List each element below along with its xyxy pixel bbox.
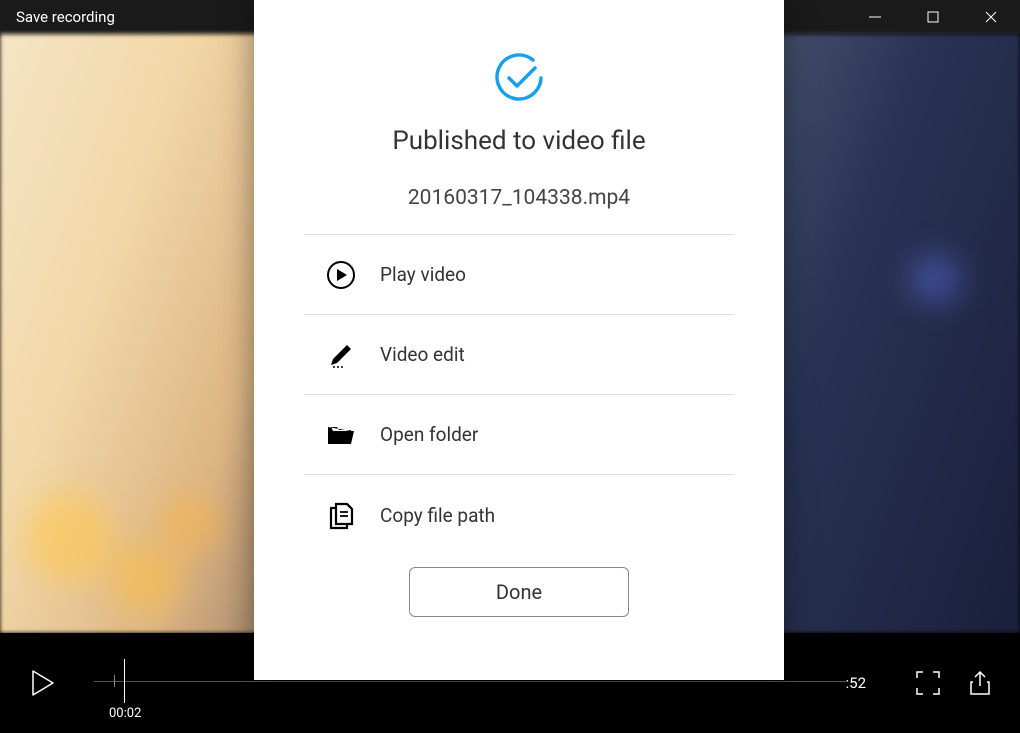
- play-circle-icon: [324, 258, 358, 292]
- open-folder-option[interactable]: Open folder: [304, 395, 734, 475]
- video-edit-option[interactable]: Video edit: [304, 315, 734, 395]
- fullscreen-icon: [914, 669, 942, 697]
- fullscreen-button[interactable]: [908, 663, 948, 703]
- share-button[interactable]: [960, 663, 1000, 703]
- dialog-title: Published to video file: [392, 126, 645, 156]
- play-button[interactable]: [20, 661, 64, 705]
- minimize-button[interactable]: [846, 0, 904, 34]
- play-video-label: Play video: [380, 263, 466, 286]
- minimize-icon: [868, 10, 882, 24]
- window-title: Save recording: [16, 8, 115, 26]
- maximize-button[interactable]: [904, 0, 962, 34]
- close-button[interactable]: [962, 0, 1020, 34]
- close-icon: [984, 10, 998, 24]
- video-edit-label: Video edit: [380, 343, 465, 366]
- done-button[interactable]: Done: [409, 567, 629, 617]
- copy-icon: [324, 498, 358, 532]
- share-icon: [966, 669, 994, 697]
- checkmark-icon: [491, 50, 547, 106]
- maximize-icon: [926, 10, 940, 24]
- open-folder-label: Open folder: [380, 423, 478, 446]
- play-icon: [26, 667, 58, 699]
- timeline-end-time: :52: [846, 674, 867, 692]
- play-video-option[interactable]: Play video: [304, 235, 734, 315]
- published-dialog: Published to video file 20160317_104338.…: [254, 0, 784, 680]
- copy-path-option[interactable]: Copy file path: [304, 475, 734, 555]
- dialog-filename: 20160317_104338.mp4: [304, 186, 734, 235]
- done-label: Done: [496, 580, 542, 604]
- timeline-current-time: 00:02: [109, 706, 141, 721]
- folder-icon: [324, 418, 358, 452]
- pencil-icon: [324, 338, 358, 372]
- copy-path-label: Copy file path: [380, 504, 495, 527]
- window-controls: [846, 0, 1020, 34]
- timeline-marker[interactable]: [124, 659, 125, 703]
